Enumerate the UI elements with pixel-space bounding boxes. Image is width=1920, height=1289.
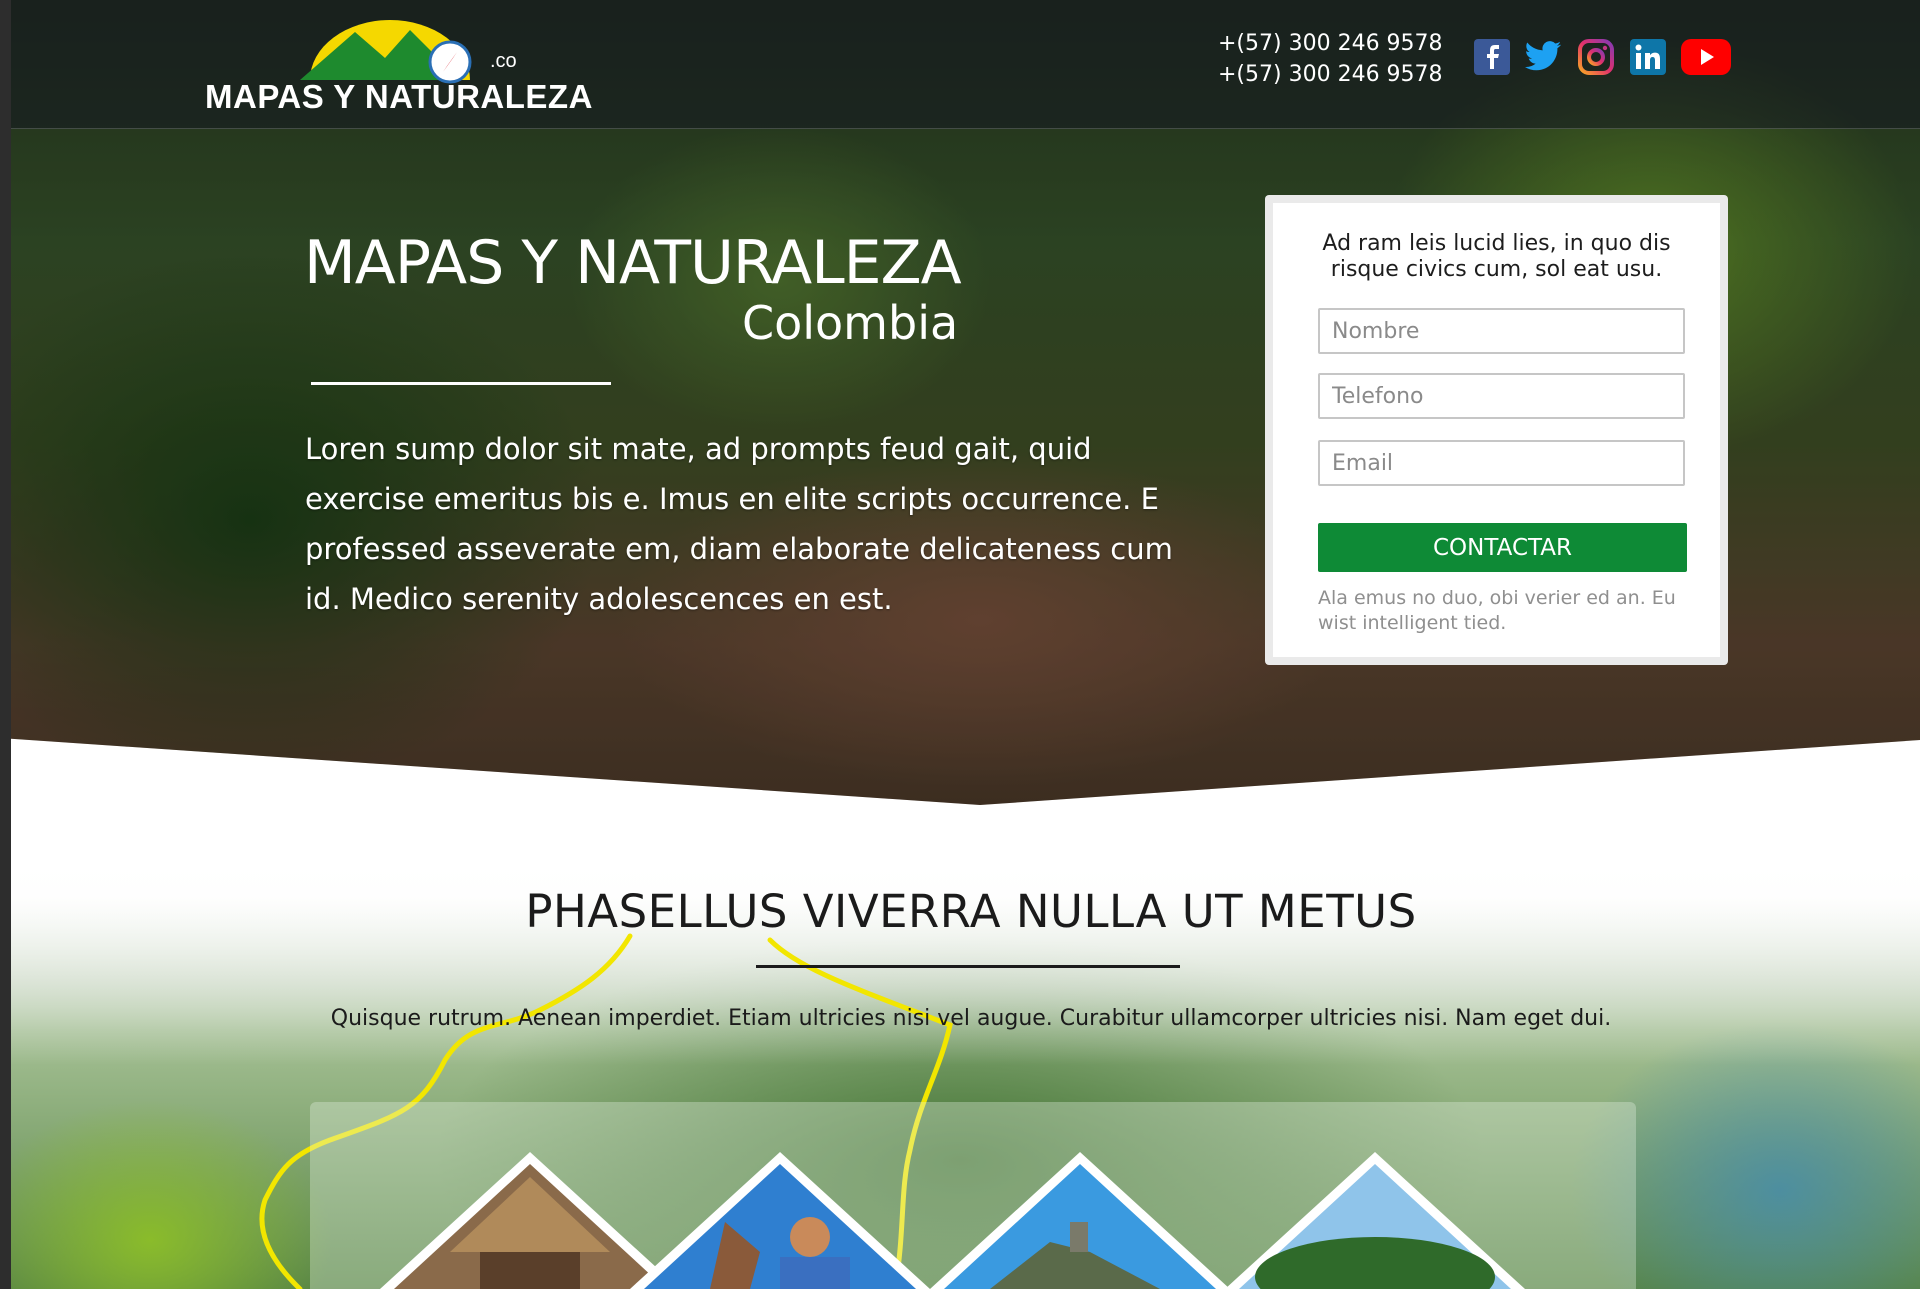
name-input[interactable] [1318,308,1685,354]
logo[interactable]: .co MAPAS Y NATURALEZA [205,10,595,120]
social-links [1473,38,1731,76]
form-intro: Ad ram leis lucid lies, in quo dis risqu… [1322,231,1671,282]
section-description: Quisque rutrum. Aenean imperdiet. Etiam … [330,1006,1612,1031]
contact-form: Ad ram leis lucid lies, in quo dis risqu… [1265,195,1728,665]
instagram-icon[interactable] [1577,38,1615,76]
email-input[interactable] [1318,440,1685,486]
hero-divider [311,382,611,385]
logo-tld: .co [490,50,517,72]
gallery-strip [310,1102,1636,1289]
phone-number[interactable]: +(57) 300 246 9578 [1218,28,1443,59]
top-bar: .co MAPAS Y NATURALEZA +(57) 300 246 957… [0,0,1920,129]
youtube-icon[interactable] [1681,38,1731,76]
hero-title: MAPAS Y NATURALEZA [304,228,962,298]
facebook-icon[interactable] [1473,38,1511,76]
contact-button[interactable]: CONTACTAR [1318,523,1687,572]
phone-input[interactable] [1318,373,1685,419]
hero-description: Loren sump dolor sit mate, ad prompts fe… [305,432,1173,616]
twitter-icon[interactable] [1525,38,1563,76]
form-note: Ala emus no duo, obi verier ed an. Eu wi… [1318,587,1676,634]
linkedin-icon[interactable] [1629,38,1667,76]
section-title: PHASELLUS VIVERRA NULLA UT METUS [525,885,1417,938]
window-edge [0,0,11,1289]
phone-number[interactable]: +(57) 300 246 9578 [1218,59,1443,90]
landing-page: .co MAPAS Y NATURALEZA +(57) 300 246 957… [0,0,1920,1289]
gallery-image-forest[interactable] [1225,1102,1525,1289]
section-divider [756,965,1180,968]
logo-text: MAPAS Y NATURALEZA [205,78,593,115]
gallery-image-landmark[interactable] [930,1102,1230,1289]
gallery-image-horseman[interactable] [630,1102,930,1289]
phone-numbers: +(57) 300 246 9578 +(57) 300 246 9578 [1218,28,1443,90]
hero-subtitle: Colombia [742,296,959,350]
